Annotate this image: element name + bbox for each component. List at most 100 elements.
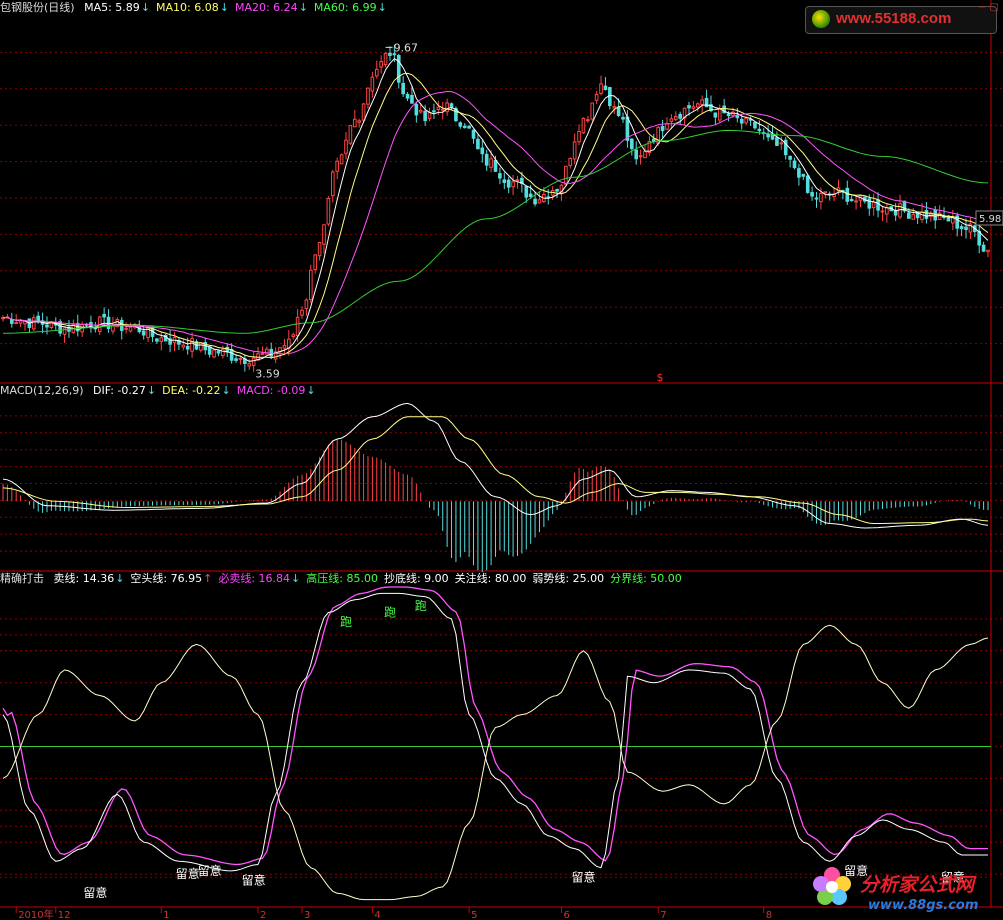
candle-body: [564, 165, 568, 185]
watermark-text: www.55188.com: [836, 10, 952, 27]
candle-body: [260, 352, 265, 355]
candle-body: [317, 242, 322, 257]
brand-url: www.88gs.com: [868, 898, 979, 913]
low-price-label: 3.59: [255, 368, 280, 381]
ma-value-0: MA5: 5.89: [84, 1, 140, 14]
candle-body: [247, 363, 252, 367]
ma-value-1: MA10: 6.08: [156, 1, 219, 14]
candle-body: [291, 334, 296, 338]
candle-body: [621, 116, 625, 120]
candle-body: [190, 338, 194, 352]
candle-body: [713, 112, 718, 118]
candle-body: [603, 85, 608, 91]
candle-body: [484, 153, 489, 166]
candle-body: [867, 198, 872, 209]
candle-body: [775, 137, 779, 146]
candle-body: [14, 322, 19, 325]
flower-icon: [813, 867, 851, 905]
candle-body: [458, 122, 463, 127]
brand-logo: 分析家公式网 www.88gs.com: [808, 862, 1003, 920]
ind-arrow-icon-0: ↓: [115, 572, 125, 585]
window-controls-icon[interactable]: − ▢: [978, 2, 999, 13]
candle-body: [462, 125, 467, 129]
candle-body: [885, 207, 889, 215]
candle-body: [229, 349, 234, 361]
candle-body: [418, 109, 423, 113]
candle-body: [265, 348, 269, 355]
x-tick-label: 8: [766, 910, 772, 920]
candle-body: [251, 357, 256, 366]
candle-body: [964, 226, 968, 231]
candle-body: [128, 326, 133, 332]
candle-body: [282, 345, 287, 349]
macd-panel: [2, 402, 989, 572]
candle-body: [533, 198, 537, 205]
candle-body: [185, 345, 190, 350]
candle-body: [700, 99, 704, 105]
candle-body: [396, 54, 401, 83]
candle-body: [924, 210, 929, 219]
candle-body: [401, 82, 405, 95]
candle-body: [410, 94, 414, 104]
candle-body: [634, 149, 639, 160]
candle-body: [234, 358, 238, 361]
candle-body: [678, 113, 683, 119]
candle-body: [238, 357, 243, 360]
x-tick-label: 6: [563, 910, 569, 920]
candle-body: [590, 102, 595, 120]
candle-body: [405, 93, 410, 99]
candle-body: [581, 117, 586, 134]
header-indicator-title: 精确打击: [0, 572, 44, 585]
candle-body: [933, 209, 938, 221]
ind-value-6: 弱势线: 25.00: [532, 572, 605, 585]
attention-label: 留意: [176, 866, 200, 881]
candle-body: [577, 130, 581, 143]
x-tick-label: 1: [163, 910, 169, 920]
candle-body: [643, 151, 647, 159]
ind-value-5: 关注线: 80.00: [454, 572, 527, 585]
header-macd: MACD(12,26,9) DIF: -0.27↓ DEA: -0.22↓ MACD…: [0, 383, 328, 399]
candle-body: [823, 191, 828, 194]
macd-arrow-icon-0: ↓: [146, 384, 157, 397]
candle-body: [436, 106, 441, 111]
ind-value-4: 抄底线: 9.00: [383, 572, 449, 585]
x-tick-label: 5: [471, 910, 477, 920]
candle-body: [871, 201, 876, 209]
watermark-top: www.55188.com: [805, 6, 997, 34]
candle-body: [489, 158, 493, 168]
x-tick-label: 3: [304, 910, 310, 920]
run-label: 跑: [415, 599, 427, 613]
candle-body: [665, 123, 669, 130]
candle-body: [981, 244, 986, 252]
candle-body: [361, 103, 366, 121]
candle-body: [753, 121, 757, 129]
candle-body: [638, 155, 643, 158]
candle-body: [493, 159, 498, 172]
candle-body: [717, 108, 722, 121]
candle-body: [669, 118, 674, 122]
candle-body: [673, 116, 678, 120]
moving-averages: [2, 58, 989, 362]
candle-body: [467, 125, 471, 129]
candle-body: [876, 199, 880, 211]
candle-body: [212, 349, 216, 358]
header-main: 包钢股份(日线) MA5: 5.89↓ MA10: 6.08↓ MA20: 6.24…: [0, 0, 399, 16]
candle-body: [506, 179, 511, 188]
macd-arrow-icon-1: ↓: [221, 384, 231, 397]
candle-body: [880, 210, 885, 213]
candle-body: [810, 192, 814, 197]
candle-body: [805, 175, 810, 193]
candle-body: [788, 155, 792, 160]
candle-body: [471, 129, 476, 139]
candle-body: [102, 313, 106, 318]
candle-body: [498, 173, 502, 179]
candle-body: [695, 103, 700, 108]
candle-body: [159, 337, 164, 343]
candle-body: [155, 338, 159, 342]
candle-body: [986, 249, 990, 253]
candle-body: [379, 61, 383, 68]
run-label: 跑: [384, 606, 396, 620]
ma5-line: [2, 58, 989, 362]
watermark-logo-icon: [812, 10, 830, 28]
ma20-line: [2, 90, 989, 355]
